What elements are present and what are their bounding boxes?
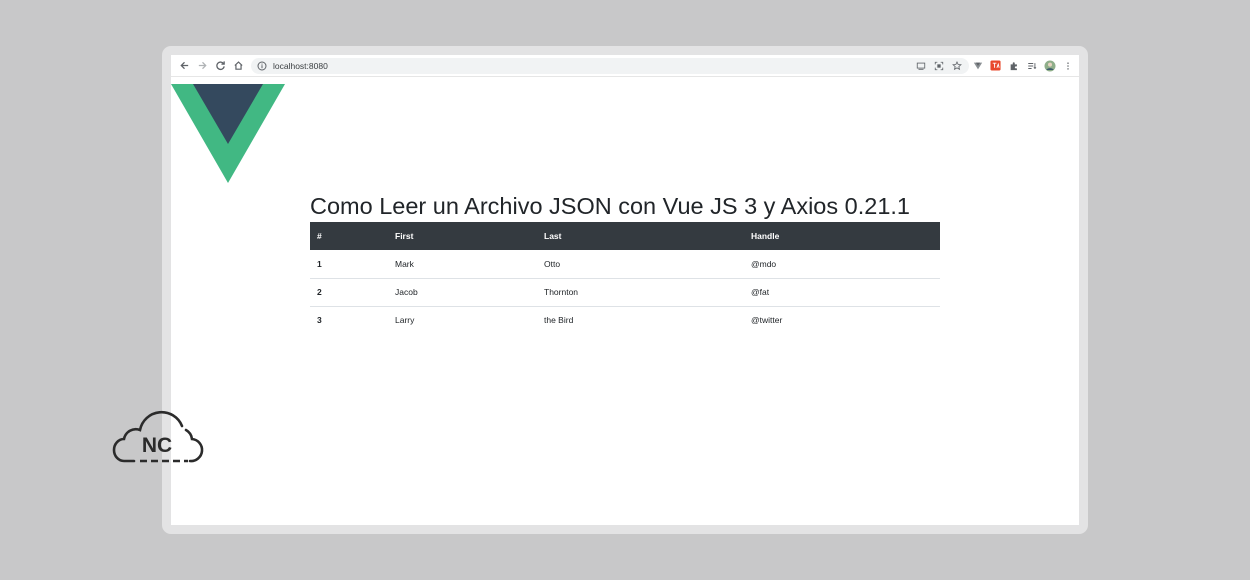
browser-toolbar: localhost:8080: [171, 55, 1079, 77]
handle-cell: @twitter: [751, 315, 783, 326]
last-name-cell: the Bird: [544, 315, 574, 326]
last-name-cell: Otto: [544, 258, 561, 269]
url-text: localhost:8080: [273, 61, 328, 71]
reading-list-icon[interactable]: [1025, 59, 1038, 72]
bookmark-star-icon[interactable]: [951, 60, 963, 72]
table-header-row: # First Last Handle: [310, 222, 940, 250]
data-table: # First Last Handle 1 Mark Otto @mdo 2 J…: [310, 222, 940, 334]
table-row: 2 Jacob Thornton @fat: [310, 278, 940, 306]
row-number: 1: [317, 258, 322, 269]
cast-icon[interactable]: [915, 60, 927, 72]
nc-logo-text: NC: [142, 434, 172, 457]
row-number: 3: [317, 315, 322, 326]
row-number: 2: [317, 287, 322, 297]
browser-menu-icon[interactable]: [1061, 59, 1074, 72]
back-arrow-icon[interactable]: [175, 57, 193, 75]
home-icon[interactable]: [229, 57, 247, 75]
screenshot-icon[interactable]: [933, 60, 945, 72]
first-name-cell: Larry: [395, 315, 415, 326]
handle-cell: @fat: [751, 287, 770, 297]
table-row: 3 Larry the Bird @twitter: [310, 306, 940, 334]
first-name-cell: Jacob: [395, 287, 418, 297]
address-bar[interactable]: localhost:8080: [251, 58, 969, 74]
first-name-cell: Mark: [395, 258, 414, 269]
nc-cloud-logo: NC: [112, 410, 204, 463]
last-name-cell: Thornton: [544, 287, 579, 297]
forward-arrow-icon[interactable]: [193, 57, 211, 75]
table-row: 1 Mark Otto @mdo: [310, 250, 940, 278]
browser-window: localhost:8080 Como Leer un Archivo JSON…: [171, 55, 1079, 525]
vue-logo: [171, 84, 285, 183]
site-info-icon[interactable]: [257, 61, 267, 71]
handle-cell: @mdo: [751, 258, 777, 269]
extensions-puzzle-icon[interactable]: [1007, 59, 1020, 72]
vue-devtools-icon[interactable]: [971, 59, 984, 72]
column-header-number: #: [317, 231, 322, 241]
reload-icon[interactable]: [211, 57, 229, 75]
main-content: Como Leer un Archivo JSON con Vue JS 3 y…: [310, 191, 940, 334]
column-header-handle: Handle: [751, 231, 780, 241]
column-header-first: First: [395, 231, 414, 241]
page-title: Como Leer un Archivo JSON con Vue JS 3 y…: [310, 193, 910, 219]
profile-avatar-icon[interactable]: [1043, 59, 1056, 72]
column-header-last: Last: [544, 231, 562, 241]
translate-extension-icon[interactable]: [989, 59, 1002, 72]
